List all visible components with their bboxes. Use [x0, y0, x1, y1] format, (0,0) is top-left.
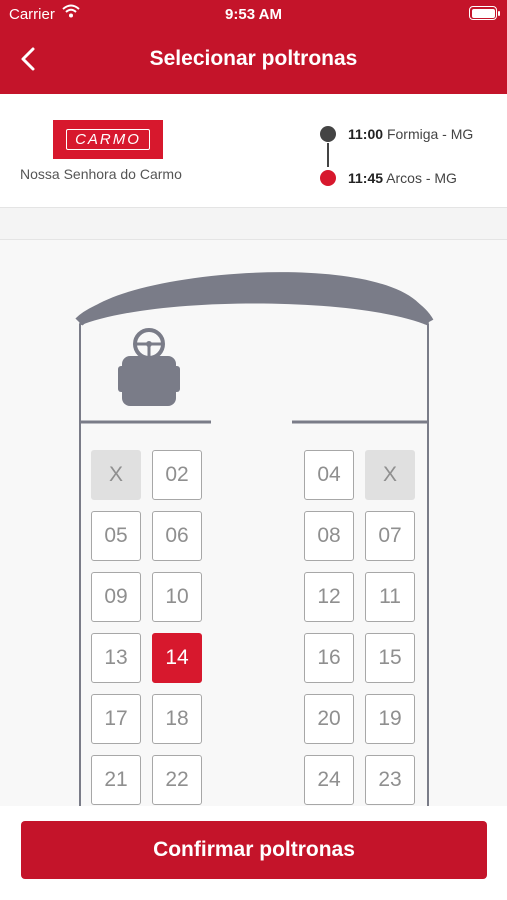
seat-15[interactable]: 15 [365, 633, 415, 683]
company-name: Nossa Senhora do Carmo [20, 166, 182, 182]
arrival-dot-icon [320, 170, 336, 186]
seat-05[interactable]: 05 [91, 511, 141, 561]
seat-23[interactable]: 23 [365, 755, 415, 805]
seat-07[interactable]: 07 [365, 511, 415, 561]
seat-18[interactable]: 18 [152, 694, 202, 744]
departure-time: 11:00 [348, 126, 384, 142]
section-divider [0, 208, 507, 240]
confirm-seats-button[interactable]: Confirmar poltronas [21, 821, 487, 879]
departure-dot-icon [320, 126, 336, 142]
seat-02[interactable]: 02 [152, 450, 202, 500]
seat-08[interactable]: 08 [304, 511, 354, 561]
seat-09[interactable]: 09 [91, 572, 141, 622]
battery-icon [469, 6, 500, 20]
page-title: Selecionar poltronas [149, 47, 358, 70]
seat-22[interactable]: 22 [152, 755, 202, 805]
seat-19[interactable]: 19 [365, 694, 415, 744]
route-stops: 11:00 Formiga - MG 11:45 Arcos - MG [320, 124, 473, 212]
seat-04[interactable]: 04 [304, 450, 354, 500]
steering-wheel-icon [118, 326, 180, 413]
arrival-time: 11:45 [348, 170, 384, 186]
seat-10[interactable]: 10 [152, 572, 202, 622]
route-connector [327, 143, 329, 167]
seat-24[interactable]: 24 [304, 755, 354, 805]
seat-13[interactable]: 13 [91, 633, 141, 683]
app-header: Carrier 9:53 AM Selecionar poltronas [0, 0, 507, 94]
seat-taken: X [365, 450, 415, 500]
seat-20[interactable]: 20 [304, 694, 354, 744]
seat-14[interactable]: 14 [152, 633, 202, 683]
seat-17[interactable]: 17 [91, 694, 141, 744]
clock: 9:53 AM [225, 6, 282, 23]
seat-06[interactable]: 06 [152, 511, 202, 561]
seat-16[interactable]: 16 [304, 633, 354, 683]
logo-text: CARMO [66, 129, 150, 150]
seat-taken: X [91, 450, 141, 500]
arrival-stop: 11:45 Arcos - MG [320, 168, 473, 190]
arrival-place: Arcos - MG [386, 170, 457, 186]
seat-21[interactable]: 21 [91, 755, 141, 805]
seat-map: X 02 04 X 05 06 08 07 09 10 12 11 13 14 16 15 17 18 20 19 21… [0, 240, 507, 806]
trip-summary: CARMO Nossa Senhora do Carmo 11:00 Formi… [0, 94, 507, 208]
seat-11[interactable]: 11 [365, 572, 415, 622]
seat-12[interactable]: 12 [304, 572, 354, 622]
departure-place: Formiga - MG [386, 126, 474, 142]
status-bar: Carrier 9:53 AM [0, 0, 507, 28]
bus-outline [75, 272, 434, 806]
departure-stop: 11:00 Formiga - MG [320, 124, 473, 146]
company-logo: CARMO [53, 120, 163, 159]
